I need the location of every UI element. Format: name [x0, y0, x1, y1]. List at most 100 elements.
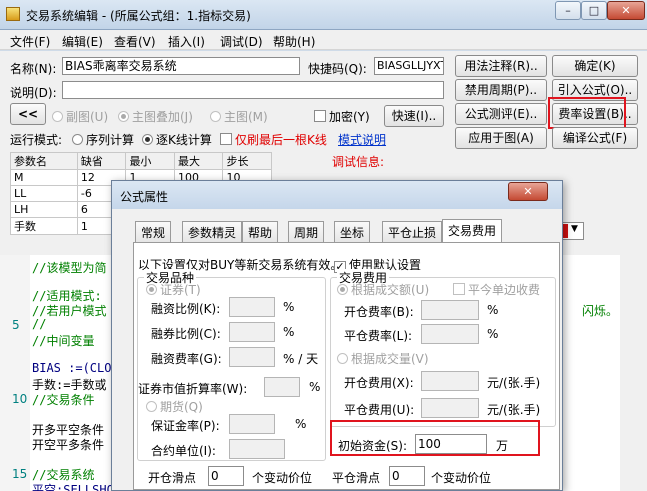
description-label: 说明(D):: [10, 86, 57, 100]
menu-debug[interactable]: 调试(D): [220, 33, 263, 50]
quick-button[interactable]: 快速(I)..: [384, 105, 444, 127]
open-fee-input[interactable]: [421, 371, 479, 391]
disable-period-button[interactable]: 禁用周期(P)..: [455, 79, 547, 101]
run-mode-per-bar[interactable]: 逐K线计算: [142, 131, 212, 148]
code-line-tail: 闪烁。: [582, 304, 619, 318]
shortcut-field[interactable]: BIASGLLJYXT: [374, 57, 444, 75]
deposit-rate-input[interactable]: [229, 414, 275, 434]
short-ratio-input[interactable]: [229, 322, 275, 342]
name-field[interactable]: BIAS乖离率交易系统: [62, 57, 300, 75]
tab-period[interactable]: 周期: [288, 221, 325, 242]
tab-help[interactable]: 帮助: [242, 221, 279, 242]
usage-notes-button[interactable]: 用法注释(R)..: [455, 55, 547, 77]
open-fee-rate-input[interactable]: [421, 300, 479, 320]
futures-radio[interactable]: 期货(Q): [146, 398, 203, 415]
window-titlebar: 交易系统编辑 - (所属公式组：1.指标交易) – □ ✕: [0, 0, 647, 30]
short-ratio-label: 融券比例(C):: [151, 327, 221, 341]
maximize-button[interactable]: □: [581, 1, 607, 20]
margin-ratio-label: 融资比例(K):: [151, 302, 221, 316]
collapse-button[interactable]: <<: [10, 103, 46, 125]
close-slip-input[interactable]: 0: [389, 466, 425, 486]
params-header: 参数名: [10, 152, 78, 170]
last-bar-only-checkbox[interactable]: 仅刷最后一根K线: [220, 131, 327, 148]
run-mode-sequence-label: 序列计算: [86, 133, 135, 147]
close-fee-rate-input[interactable]: [421, 324, 479, 344]
last-bar-only-label: 仅刷最后一根K线: [235, 133, 327, 147]
minimize-button[interactable]: –: [555, 1, 581, 20]
percent-unit: %: [309, 380, 321, 394]
close-fee-input[interactable]: [421, 398, 479, 418]
run-mode-sequence[interactable]: 序列计算: [72, 131, 134, 148]
code-line: 平空:SELLSHO: [32, 483, 114, 491]
by-amount-label: 根据成交额(U): [351, 283, 430, 297]
open-slip-label: 开仓滑点: [148, 471, 197, 485]
menubar: 文件(F) 编辑(E) 查看(V) 插入(I) 调试(D) 帮助(H): [0, 30, 647, 50]
color-dropdown[interactable]: ▼: [560, 222, 584, 240]
params-header: 最小: [125, 152, 175, 170]
encrypt-checkbox[interactable]: 加密(Y): [314, 108, 370, 125]
futures-label: 期货(Q): [160, 400, 203, 414]
tab-trading-fees[interactable]: 交易费用: [442, 219, 503, 243]
table-cell[interactable]: LH: [10, 201, 78, 218]
tab-general[interactable]: 常规: [135, 221, 172, 242]
margin-ratio-input[interactable]: [229, 297, 275, 317]
app-icon: [6, 7, 20, 21]
contract-unit-input[interactable]: [229, 439, 285, 459]
shortcut-label: 快捷码(Q):: [308, 62, 367, 76]
fee-settings-highlight: [548, 97, 626, 129]
tab-axis[interactable]: 坐标: [334, 221, 371, 242]
run-mode-per-bar-label: 逐K线计算: [156, 133, 212, 147]
chart-option-overlay[interactable]: 主图叠加(J): [118, 108, 193, 125]
formula-test-button[interactable]: 公式测评(E)..: [455, 103, 547, 125]
dialog-close-button[interactable]: ✕: [508, 182, 548, 201]
formula-properties-dialog: 公式属性 ✕ 常规 参数精灵 帮助 周期 坐标 平仓止损 交易费用 以下设置仅对…: [111, 180, 563, 491]
apply-to-chart-button[interactable]: 应用于图(A): [455, 127, 547, 149]
name-label: 名称(N):: [10, 62, 57, 76]
mode-help-link[interactable]: 模式说明: [338, 131, 386, 148]
by-amount-radio[interactable]: 根据成交额(U): [337, 281, 429, 298]
radio-icon: [142, 134, 153, 145]
tab-param-wizard[interactable]: 参数精灵: [182, 221, 243, 242]
deposit-rate-label: 保证金率(P):: [151, 419, 220, 433]
code-line: //中间变量: [32, 334, 95, 348]
market-rate-input[interactable]: [264, 377, 300, 397]
table-cell[interactable]: M: [10, 169, 78, 186]
percent-unit: %: [283, 300, 295, 314]
compile-formula-button[interactable]: 编译公式(F): [552, 127, 638, 149]
table-cell[interactable]: LL: [10, 185, 78, 202]
menu-edit[interactable]: 编辑(E): [62, 33, 103, 50]
checkbox-icon: [314, 110, 326, 122]
securities-radio[interactable]: 证券(T): [146, 281, 201, 298]
menu-help[interactable]: 帮助(H): [273, 33, 315, 50]
tab-pane: 以下设置仅对BUY等新交易系统有效。 ✓ 使用默认设置 交易品种 证券(T) 融资…: [133, 242, 560, 490]
tab-stop-loss[interactable]: 平仓止损: [382, 221, 443, 242]
chart-option-overlay-label: 主图叠加(J): [132, 110, 193, 124]
close-today-checkbox[interactable]: 平今单边收费: [453, 281, 540, 298]
initial-capital-highlight: [330, 420, 540, 456]
chart-option-sub[interactable]: 副图(U): [52, 108, 108, 125]
open-slip-unit: 个变动价位: [252, 471, 313, 485]
chart-option-main[interactable]: 主图(M): [210, 108, 268, 125]
chart-option-main-label: 主图(M): [224, 110, 268, 124]
chart-option-sub-label: 副图(U): [66, 110, 109, 124]
code-line: //该模型为简: [32, 261, 107, 275]
radio-icon: [337, 353, 348, 364]
line-number: 10: [12, 392, 28, 406]
confirm-button[interactable]: 确定(K): [552, 55, 638, 77]
open-slip-input[interactable]: 0: [208, 466, 244, 486]
params-header: 最大: [173, 152, 224, 170]
close-slip-unit: 个变动价位: [431, 471, 492, 485]
code-line: BIAS :=(CLOS: [32, 361, 119, 375]
menu-file[interactable]: 文件(F): [10, 33, 50, 50]
radio-icon: [118, 111, 129, 122]
menu-view[interactable]: 查看(V): [114, 33, 156, 50]
by-volume-label: 根据成交量(V): [351, 352, 429, 366]
description-field[interactable]: [62, 81, 444, 99]
margin-rate-input[interactable]: [229, 347, 275, 367]
checkbox-icon: [220, 133, 232, 145]
table-cell[interactable]: 手数: [10, 217, 78, 235]
by-volume-radio[interactable]: 根据成交量(V): [337, 350, 429, 367]
close-button[interactable]: ✕: [607, 1, 645, 20]
menu-insert[interactable]: 插入(I): [168, 33, 205, 50]
fees-group: 交易费用 根据成交额(U) 平今单边收费 开仓费率(B): % 平仓费率(L):…: [330, 269, 556, 427]
